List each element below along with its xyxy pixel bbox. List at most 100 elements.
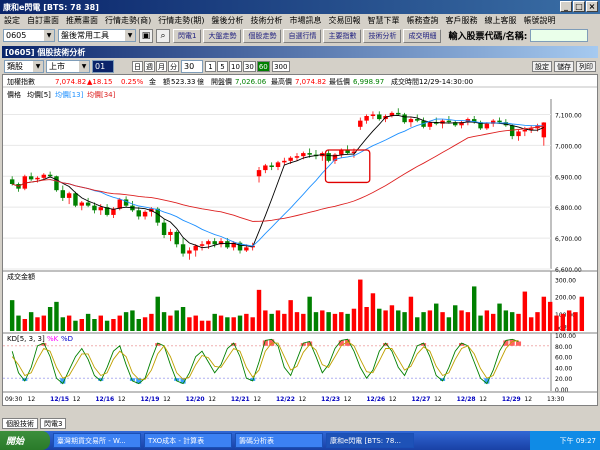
toolbar-button-6[interactable]: 成交明細 (403, 28, 442, 43)
interval-button-1[interactable]: 5 (217, 61, 228, 72)
quote-row: 加權指數 7,074.82 ▲18.15 0.25% 金 額 523.33 億開盤價 7,02… (3, 77, 597, 88)
candle (98, 207, 103, 211)
menu-item-9[interactable]: 智慧下單 (368, 15, 400, 26)
chart-button-2[interactable]: 列印 (576, 61, 596, 72)
candle (402, 114, 407, 123)
chart-button-1[interactable]: 儲存 (554, 61, 574, 72)
volume-bar (383, 310, 388, 331)
minute-select[interactable]: 30 (181, 60, 203, 73)
chevron-down-icon[interactable]: ▼ (79, 61, 89, 72)
period-button-2[interactable]: 月 (156, 61, 167, 72)
taskbar-item-0[interactable]: 臺灣期貨交易所 - W... (53, 433, 141, 448)
menu-item-12[interactable]: 線上客服 (485, 15, 517, 26)
menu-item-4[interactable]: 行情走勢(期) (158, 15, 204, 26)
chevron-down-icon[interactable]: ▼ (33, 61, 43, 72)
market-select[interactable]: 上市 ▼ (46, 60, 90, 73)
time-tick: 12/26 (366, 396, 385, 403)
start-button[interactable]: 開始 (0, 431, 50, 450)
period-button-0[interactable]: 日 (132, 61, 143, 72)
volume-bar (98, 315, 103, 331)
code-select[interactable]: 01 (92, 60, 114, 73)
interval-button-3[interactable]: 30 (242, 61, 256, 72)
type-select[interactable]: 類股 ▼ (4, 60, 44, 73)
stock-code-combo[interactable]: 0605 ▼ (3, 29, 55, 42)
taskbar-item-1[interactable]: TXO成本 - 計算表 (144, 433, 232, 448)
subwindow-title-text: [0605] 個股技術分析 (5, 47, 86, 57)
open-value: 7,026.06 (235, 78, 267, 86)
candle (541, 122, 547, 138)
volume-tick: 300.00 (555, 278, 576, 285)
period-button-3[interactable]: 分 (168, 61, 179, 72)
toolbar-button-2[interactable]: 個股走勢 (243, 28, 282, 43)
toolbar-button-1[interactable]: 大盤走勢 (203, 28, 242, 43)
chart-svg[interactable]: 加權指數 7,074.82 ▲18.15 0.25% 金 額 523.33 億開盤價 7,02… (3, 75, 597, 405)
volume-bar (250, 317, 255, 331)
candle (484, 123, 490, 129)
candle (307, 153, 312, 155)
maximize-button[interactable]: □ (573, 1, 585, 12)
minimize-button[interactable]: _ (560, 1, 572, 12)
volume-bar (149, 313, 154, 331)
menu-item-0[interactable]: 設定 (4, 15, 20, 26)
kd-panel: KD[5, 3, 3] %K %D 100.00 80.00 60.00 40.00 20.0… (3, 332, 597, 394)
price-panel: 7,100.00 7,000.00 6,900.00 6,800.00 6,700.00… (3, 99, 582, 274)
menu-item-13[interactable]: 帳號說明 (524, 15, 556, 26)
menu-item-10[interactable]: 帳務查詢 (407, 15, 439, 26)
menu-item-8[interactable]: 交易回報 (329, 15, 361, 26)
close-button[interactable]: × (586, 1, 598, 12)
quote-pct: 0.25% (121, 78, 144, 86)
interval-button-2[interactable]: 10 (229, 61, 242, 72)
chevron-down-icon[interactable]: ▼ (125, 30, 135, 41)
volume-bar (231, 317, 236, 331)
tool-combo[interactable]: 盤後常用工具 ▼ (58, 29, 136, 42)
menu-item-5[interactable]: 盤後分析 (212, 15, 244, 26)
volume-bar (307, 296, 312, 331)
menu-item-2[interactable]: 推薦畫面 (66, 15, 98, 26)
volume-bar (446, 317, 452, 331)
window-icon[interactable]: ▣ (139, 28, 153, 43)
taskbar-item-3[interactable]: 康和e閃電 [BTS: 78... (326, 433, 414, 448)
bottom-tab-1[interactable]: 閃電3 (40, 418, 67, 429)
time-tick: 12/16 (95, 396, 114, 403)
period-button-1[interactable]: 週 (144, 61, 155, 72)
bottom-tab-0[interactable]: 個股技術 (2, 418, 38, 429)
interval-button-0[interactable]: 1 (205, 61, 216, 72)
candle (66, 193, 72, 198)
menu-item-3[interactable]: 行情走勢(商) (105, 15, 151, 26)
volume-bar (193, 315, 198, 331)
count-field[interactable]: 300 (271, 61, 290, 72)
candle (427, 122, 433, 127)
candle (60, 190, 66, 198)
menu-item-11[interactable]: 客戶服務 (446, 15, 478, 26)
amount-label: 金 額 (149, 77, 170, 86)
volume-bar (332, 313, 338, 331)
volume-bar (408, 296, 414, 331)
volume-bar (459, 310, 464, 331)
candle (142, 211, 148, 217)
time-tick: 12/20 (186, 396, 205, 403)
candle (269, 165, 274, 167)
time-tick: 12/15 (50, 396, 69, 403)
volume-bar (66, 315, 72, 331)
search-icon[interactable]: ⌕ (156, 28, 170, 43)
price-tick: 6,900.00 (555, 174, 582, 181)
toolbar-button-3[interactable]: 自選行情 (283, 28, 322, 43)
price-tick: 7,100.00 (555, 112, 582, 119)
toolbar-button-5[interactable]: 技術分析 (363, 28, 402, 43)
chart-area[interactable]: 加權指數 7,074.82 ▲18.15 0.25% 金 額 523.33 億開盤價 7,02… (2, 74, 598, 406)
chart-button-0[interactable]: 設定 (532, 61, 552, 72)
chevron-down-icon[interactable]: ▼ (44, 30, 54, 41)
volume-bar (16, 315, 21, 331)
menu-item-7[interactable]: 市場訊息 (290, 15, 322, 26)
stock-input[interactable] (530, 29, 589, 42)
time-label: 成交時間 (391, 77, 419, 86)
menu-item-6[interactable]: 技術分析 (251, 15, 283, 26)
toolbar-button-0[interactable]: 閃電1 (173, 28, 202, 43)
volume-bar (73, 320, 78, 331)
volume-bar (218, 315, 224, 331)
taskbar-item-2[interactable]: 籌碼分析表 (235, 433, 323, 448)
toolbar-button-4[interactable]: 主要指數 (323, 28, 362, 43)
interval-button-4[interactable]: 60 (256, 61, 270, 72)
menu-item-1[interactable]: 自訂畫面 (27, 15, 59, 26)
volume-tick: 200.00 (555, 295, 576, 302)
